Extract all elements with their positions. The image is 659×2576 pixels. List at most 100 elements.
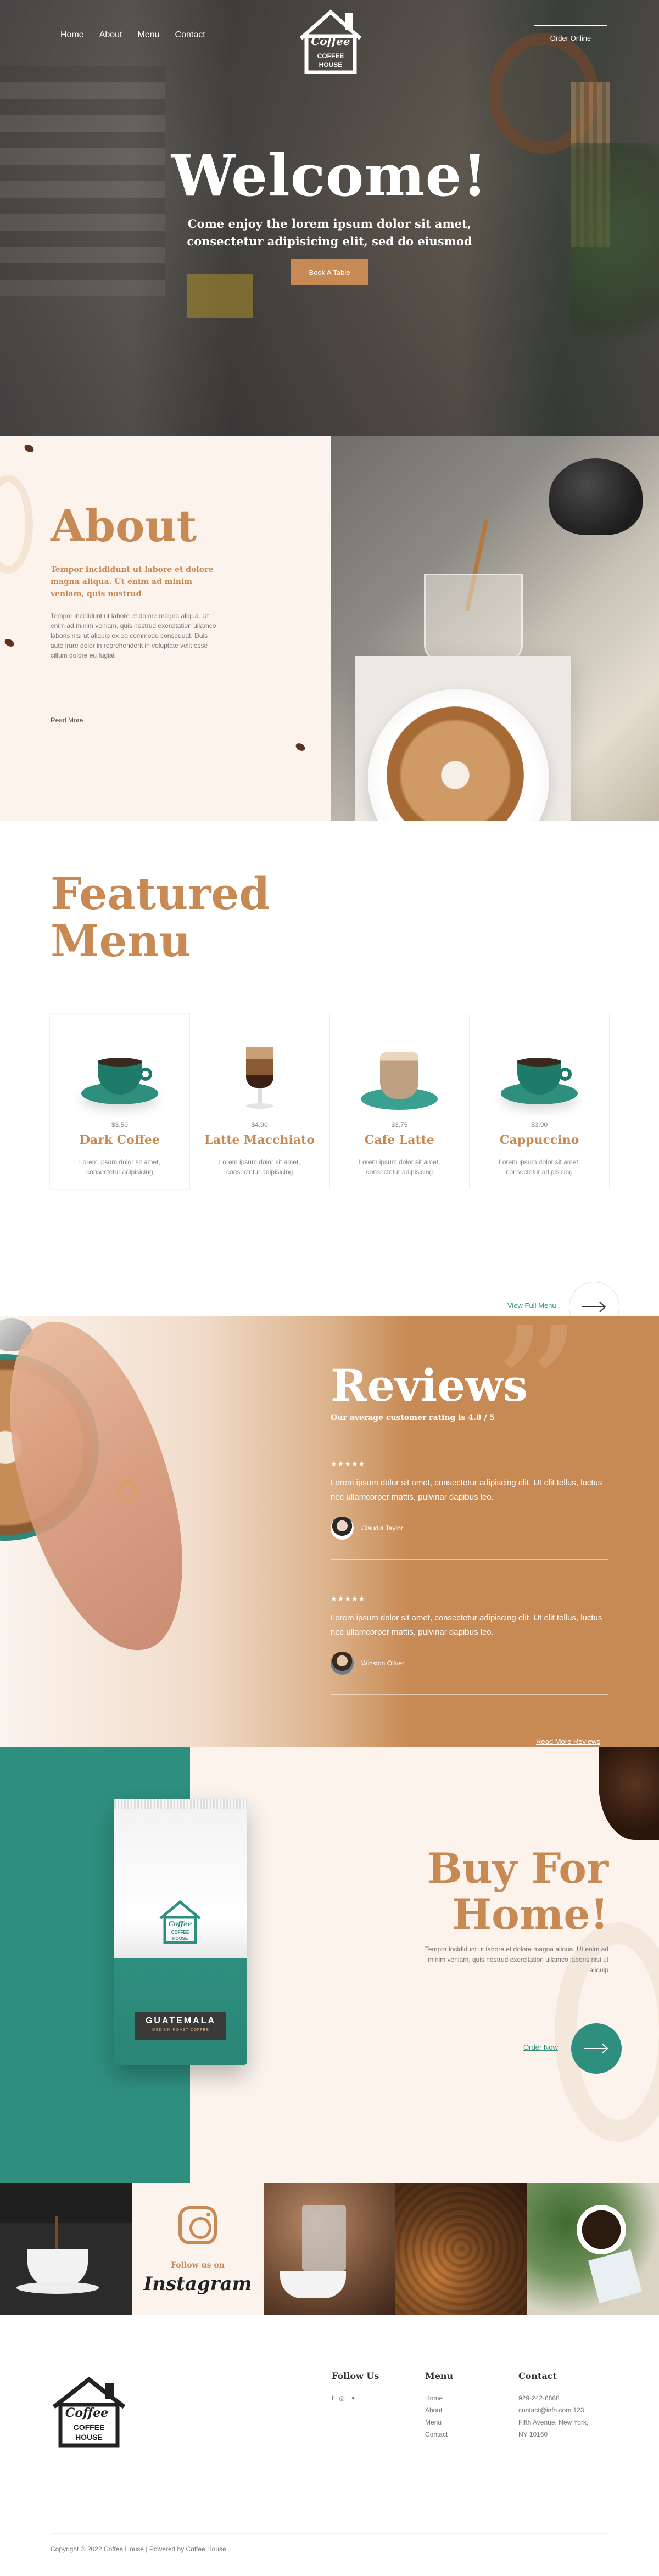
buy-title: Buy For Home! (427, 1845, 608, 1938)
footer-contact-column: Contact 929-242-6868 contact@info.com 12… (518, 2371, 588, 2440)
menu-card-dark-coffee[interactable]: $3.50 Dark Coffee Lorem ipsum dolor sit … (49, 1014, 189, 1189)
footer: Coffee COFFEE HOUSE Follow Us f ◎ ✦ Menu… (0, 2315, 659, 2566)
footer-link-menu[interactable]: Menu (425, 2416, 453, 2428)
featured-menu-section: Featured Menu $3.50 Dark Coffee Lorem ip… (0, 821, 659, 1332)
review-author-name: Winston Oliver (361, 1659, 405, 1667)
star-rating-icon: ★★★★★ (331, 1595, 366, 1603)
svg-text:COFFEE: COFFEE (317, 52, 344, 60)
hero-subtitle: Come enjoy the lorem ipsum dolor sit ame… (187, 217, 472, 248)
menu-item-name: Dark Coffee (79, 1133, 160, 1147)
about-read-more-link[interactable]: Read More (51, 716, 83, 724)
about-body: Tempor incididunt ut labore et dolore ma… (51, 612, 216, 659)
star-rating-icon: ★★★★★ (331, 1460, 366, 1468)
bag-origin: GUATEMALA (145, 2016, 216, 2025)
instagram-icon[interactable]: ◎ (339, 2392, 344, 2404)
footer-phone[interactable]: 929-242-6868 (518, 2392, 588, 2404)
avatar (331, 1652, 354, 1675)
teal-cup-icon (79, 1058, 161, 1107)
bag-logo-line1: COFFEE (171, 1930, 189, 1935)
cappuccino-image (470, 1014, 609, 1115)
coffee-house-logo[interactable]: Coffee COFFEE HOUSE (297, 5, 365, 74)
arrow-right-icon (584, 2043, 608, 2054)
bag-logo-script: Coffee (169, 1920, 192, 1928)
book-table-button[interactable]: Book A Table (291, 259, 368, 285)
social-links: f ◎ ✦ (332, 2392, 379, 2404)
menu-item-price: $3.90 (531, 1121, 548, 1129)
footer-logo[interactable]: Coffee COFFEE HOUSE (51, 2375, 127, 2448)
footer-menu-title: Menu (425, 2371, 454, 2381)
bag-logo: Coffee COFFEE HOUSE (159, 1900, 201, 1944)
order-online-button[interactable]: Order Online (534, 25, 607, 50)
instagram-photo-french-press[interactable] (264, 2183, 395, 2315)
copyright-text: Copyright © 2022 Coffee House | Powered … (51, 2545, 226, 2553)
menu-card-cafe-latte[interactable]: $3.75 Cafe Latte Lorem ipsum dolor sit a… (329, 1014, 470, 1189)
menu-item-price: $3.75 (391, 1121, 408, 1129)
nav-about[interactable]: About (99, 30, 122, 40)
nav-contact[interactable]: Contact (175, 30, 205, 40)
nav-home[interactable]: Home (60, 30, 84, 40)
footer-address-line1: Fifth Avenue, New York, (518, 2418, 589, 2426)
order-now-arrow-button[interactable] (571, 2023, 622, 2074)
instagram-photo-beans[interactable] (395, 2183, 527, 2315)
instagram-photo-coffee-card[interactable] (527, 2183, 659, 2315)
footer-contact-title: Contact (518, 2371, 557, 2381)
menu-item-name: Cafe Latte (364, 1133, 434, 1147)
view-full-menu-link[interactable]: View Full Menu (507, 1301, 556, 1310)
order-now-link[interactable]: Order Now (523, 2043, 558, 2051)
about-section: About Tempor incididunt ut labore et dol… (0, 436, 659, 954)
review-author: Claudia Taylor (331, 1517, 608, 1540)
instagram-photo-espresso[interactable] (0, 2183, 132, 2315)
review-author-name: Claudia Taylor (361, 1524, 403, 1532)
footer-link-home[interactable]: Home (425, 2392, 453, 2404)
hand-photo (0, 1316, 204, 1668)
about-title: About (51, 500, 197, 552)
main-nav: Home About Menu Contact (60, 30, 205, 40)
footer-link-about[interactable]: About (425, 2404, 453, 2416)
bag-label: GUATEMALA MEDIUM ROAST COFFEE (135, 2012, 226, 2040)
hero-background-counter (187, 274, 253, 318)
footer-email[interactable]: contact@info.com 123 (518, 2404, 588, 2416)
facebook-icon[interactable]: f (332, 2392, 333, 2404)
menu-item-description: Lorem ipsum dolor sit amet, consectetur … (219, 1158, 300, 1176)
reviews-title: Reviews (331, 1360, 528, 1411)
menu-card-cappuccino[interactable]: $3.90 Cappuccino Lorem ipsum dolor sit a… (469, 1014, 610, 1189)
divider (331, 1694, 608, 1695)
divider (331, 1559, 608, 1560)
avatar (331, 1517, 354, 1540)
instagram-follow-tile[interactable]: Follow us on Instagram (132, 2183, 264, 2315)
footer-logo-line2: HOUSE (75, 2433, 103, 2442)
nav-menu[interactable]: Menu (138, 30, 160, 40)
instagram-icon (178, 2206, 217, 2244)
instagram-strip: Follow us on Instagram (0, 2183, 659, 2315)
footer-logo-script: Coffee (65, 2406, 108, 2420)
latte-glass-icon (241, 1036, 279, 1113)
buy-title-line1: Buy For (427, 1844, 608, 1893)
buy-for-home-section: Coffee COFFEE HOUSE GUATEMALA MEDIUM ROA… (0, 1747, 659, 2183)
menu-item-description: Lorem ipsum dolor sit amet, consectetur … (499, 1158, 580, 1176)
featured-title: Featured Menu (51, 870, 270, 964)
footer-menu-column: Menu Home About Menu Contact (425, 2371, 453, 2440)
latte-macchiato-image (190, 1014, 330, 1115)
footer-address-line2: NY 10160 (518, 2431, 548, 2438)
twitter-icon[interactable]: ✦ (350, 2392, 356, 2404)
teal-cup-icon (498, 1058, 580, 1107)
menu-item-name: Cappuccino (499, 1133, 579, 1147)
cafe-latte-image (330, 1014, 470, 1115)
ring-decor (116, 1480, 138, 1502)
about-lead: Tempor incididunt ut labore et dolore ma… (51, 565, 214, 598)
footer-divider (51, 2533, 608, 2534)
featured-title-line1: Featured (51, 868, 270, 919)
review-text: Lorem ipsum dolor sit amet, consectetur … (331, 1478, 602, 1502)
footer-follow-column: Follow Us f ◎ ✦ (332, 2371, 379, 2404)
coffee-glass (424, 574, 523, 661)
hero-title: Welcome! (171, 142, 488, 209)
footer-link-contact[interactable]: Contact (425, 2428, 453, 2440)
menu-item-description: Lorem ipsum dolor sit amet, consectetur … (359, 1158, 440, 1176)
read-more-reviews-link[interactable]: Read More Reviews (536, 1737, 600, 1746)
menu-card-latte-macchiato[interactable]: $4.90 Latte Macchiato Lorem ipsum dolor … (189, 1014, 330, 1189)
svg-text:Coffee: Coffee (311, 35, 350, 48)
footer-logo-line1: COFFEE (74, 2423, 105, 2432)
menu-item-price: $3.50 (111, 1121, 128, 1129)
buy-description: Tempor incididunt ut labore et dolore ma… (425, 1945, 608, 1974)
reviews-section: ” Reviews Our average customer rating is… (0, 1316, 659, 1747)
